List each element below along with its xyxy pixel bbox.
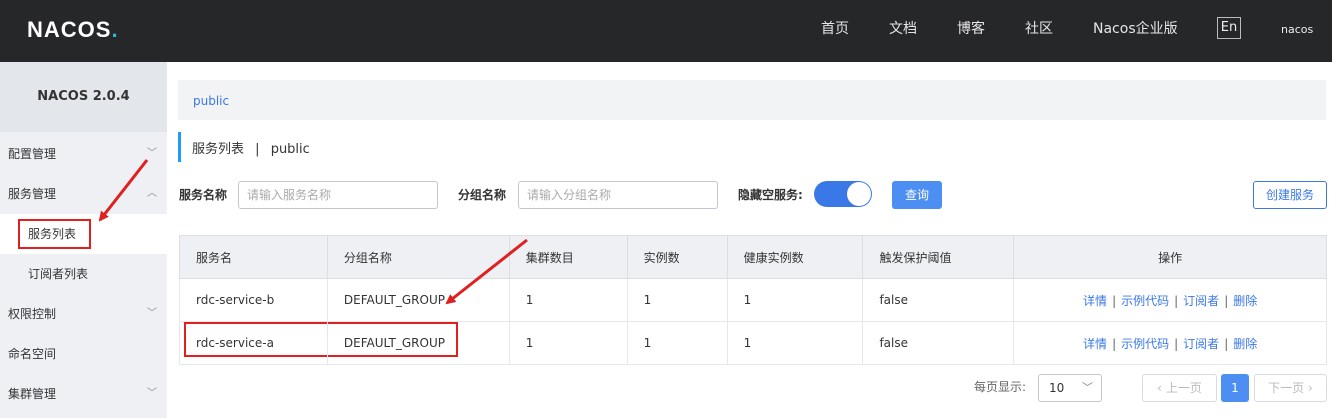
namespace-link[interactable]: public (193, 94, 229, 108)
cell-group: DEFAULT_GROUP (326, 321, 510, 365)
nav-blog[interactable]: 博客 (957, 0, 985, 62)
sidebar-item-namespace[interactable]: 命名空间 (0, 334, 167, 374)
nacos-logo[interactable]: NACOS. (27, 17, 119, 43)
detail-link[interactable]: 详情 (1083, 337, 1107, 351)
current-page-button[interactable]: 1 (1221, 374, 1249, 402)
page-size-select[interactable]: 10 ﹀ (1038, 374, 1102, 402)
delete-link[interactable]: 删除 (1233, 337, 1257, 351)
delete-link[interactable]: 删除 (1233, 294, 1257, 308)
detail-link[interactable]: 详情 (1083, 294, 1107, 308)
create-service-button[interactable]: 创建服务 (1253, 181, 1327, 209)
subscribers-link[interactable]: 订阅者 (1183, 337, 1219, 351)
table-row: rdc-service-a DEFAULT_GROUP 1 1 1 false … (179, 321, 1327, 365)
group-name-label: 分组名称 (458, 188, 507, 202)
sidebar-version-title: NACOS 2.0.4 (0, 62, 167, 132)
sidebar-item-subscriber-list[interactable]: 订阅者列表 (0, 254, 167, 294)
chevron-down-icon: ﹀ (147, 308, 157, 319)
page-title: 服务列表 | public (178, 132, 310, 162)
service-name-input[interactable] (238, 181, 438, 209)
group-name-input[interactable] (518, 181, 718, 209)
table-row: rdc-service-b DEFAULT_GROUP 1 1 1 false … (179, 278, 1327, 322)
user-name[interactable]: nacos (1281, 0, 1313, 60)
cell-healthy: 1 (726, 278, 864, 322)
cell-threshold: false (862, 321, 1015, 365)
chevron-down-icon: ﹀ (147, 388, 157, 399)
sidebar-item-label: 命名空间 (8, 347, 57, 361)
cell-group: DEFAULT_GROUP (326, 278, 510, 322)
cell-clusters: 1 (508, 278, 628, 322)
sample-code-link[interactable]: 示例代码 (1121, 337, 1169, 351)
service-name-label: 服务名称 (179, 188, 228, 202)
nav-enterprise[interactable]: Nacos企业版 (1093, 0, 1178, 62)
sample-code-link[interactable]: 示例代码 (1121, 294, 1169, 308)
chevron-up-icon: ︿ (147, 188, 157, 199)
chevron-down-icon: ﹀ (147, 148, 157, 159)
cell-actions: 详情 | 示例代码 | 订阅者 | 删除 (1013, 278, 1327, 322)
sidebar-item-label: 集群管理 (8, 387, 57, 401)
col-instance-count: 实例数 (626, 235, 728, 279)
col-cluster-count: 集群数目 (508, 235, 628, 279)
sidebar-item-label: 服务管理 (8, 187, 57, 201)
cell-service: rdc-service-b (179, 278, 328, 322)
namespace-breadcrumb: public (178, 80, 1326, 120)
sidebar-item-label: 配置管理 (8, 147, 57, 161)
sidebar-item-cluster[interactable]: 集群管理 ﹀ (0, 374, 167, 414)
sidebar-item-access-control[interactable]: 权限控制 ﹀ (0, 294, 167, 334)
subscribers-link[interactable]: 订阅者 (1183, 294, 1219, 308)
hide-empty-label: 隐藏空服务: (738, 188, 803, 202)
sidebar-item-config[interactable]: 配置管理 ﹀ (0, 134, 167, 174)
cell-threshold: false (862, 278, 1015, 322)
hide-empty-toggle[interactable] (814, 181, 872, 207)
cell-service: rdc-service-a (179, 321, 328, 365)
chevron-left-icon: ‹ (1157, 381, 1162, 395)
nav-community[interactable]: 社区 (1025, 0, 1053, 62)
chevron-down-icon: ﹀ (1082, 381, 1093, 394)
cell-instances: 1 (626, 278, 728, 322)
page-size-label: 每页显示: (974, 380, 1027, 394)
table-header-row: 服务名 分组名称 集群数目 实例数 健康实例数 触发保护阈值 操作 (179, 235, 1327, 279)
col-service-name: 服务名 (179, 235, 328, 279)
sidebar-item-label: 订阅者列表 (28, 267, 89, 281)
query-button[interactable]: 查询 (892, 181, 942, 209)
language-toggle[interactable]: En (1217, 17, 1241, 39)
nav-home[interactable]: 首页 (821, 0, 849, 62)
top-nav-bar: NACOS. 首页 文档 博客 社区 Nacos企业版 En nacos (0, 0, 1332, 62)
prev-page-button[interactable]: ‹ 上一页 (1142, 374, 1217, 402)
col-healthy-count: 健康实例数 (726, 235, 864, 279)
toggle-knob (847, 182, 871, 206)
col-group-name: 分组名称 (326, 235, 510, 279)
nav-docs[interactable]: 文档 (889, 0, 917, 62)
cell-clusters: 1 (508, 321, 628, 365)
cell-actions: 详情 | 示例代码 | 订阅者 | 删除 (1013, 321, 1327, 365)
sidebar-item-label: 权限控制 (8, 307, 57, 321)
next-page-button[interactable]: 下一页 › (1254, 374, 1327, 402)
service-table: 服务名 分组名称 集群数目 实例数 健康实例数 触发保护阈值 操作 rdc-se… (179, 235, 1327, 365)
cell-instances: 1 (626, 321, 728, 365)
highlight-box-service-list (18, 219, 91, 249)
col-actions: 操作 (1013, 235, 1327, 279)
cell-healthy: 1 (726, 321, 864, 365)
col-protect-threshold: 触发保护阈值 (862, 235, 1015, 279)
chevron-right-icon: › (1308, 381, 1313, 395)
sidebar-item-service-management[interactable]: 服务管理 ︿ (0, 174, 167, 214)
